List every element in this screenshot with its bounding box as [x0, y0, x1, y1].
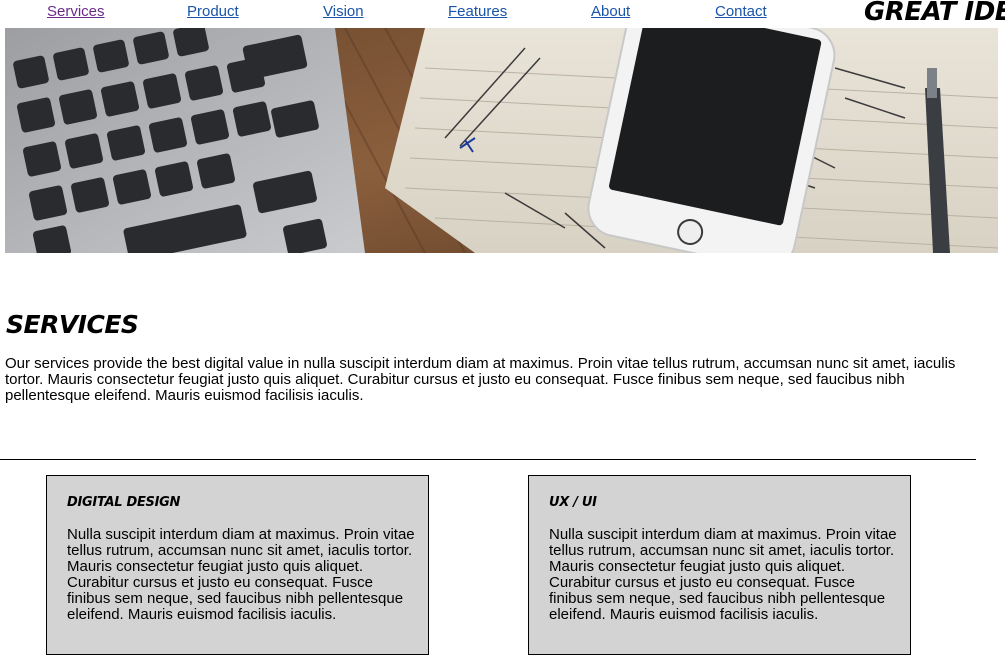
card-title: UX / UI [549, 495, 597, 510]
hero-desk-photo-icon [5, 28, 998, 253]
card-text: Nulla suscipit interdum diam at maximus.… [67, 526, 415, 623]
nav-link-about[interactable]: About [591, 3, 630, 21]
nav-link-contact[interactable]: Contact [715, 3, 767, 21]
service-card-ux-ui: UX / UI Nulla suscipit interdum diam at … [528, 475, 911, 655]
nav-link-services[interactable]: Services [47, 3, 105, 21]
hero-image [5, 28, 998, 253]
service-card-digital-design: Digital Design Nulla suscipit interdum d… [46, 475, 429, 655]
nav-link-features[interactable]: Features [448, 3, 507, 21]
services-intro: Our services provide the best digital va… [5, 355, 956, 404]
nav-link-vision[interactable]: Vision [323, 3, 364, 21]
services-heading: Services [6, 310, 139, 339]
brand-logo: GREAT IDEA [864, 0, 1005, 27]
nav-link-product[interactable]: Product [187, 3, 239, 21]
card-title: Digital Design [67, 495, 181, 510]
card-text: Nulla suscipit interdum diam at maximus.… [549, 526, 897, 623]
top-nav: Services Product Vision Features About C… [0, 0, 1005, 28]
section-divider [0, 459, 976, 460]
